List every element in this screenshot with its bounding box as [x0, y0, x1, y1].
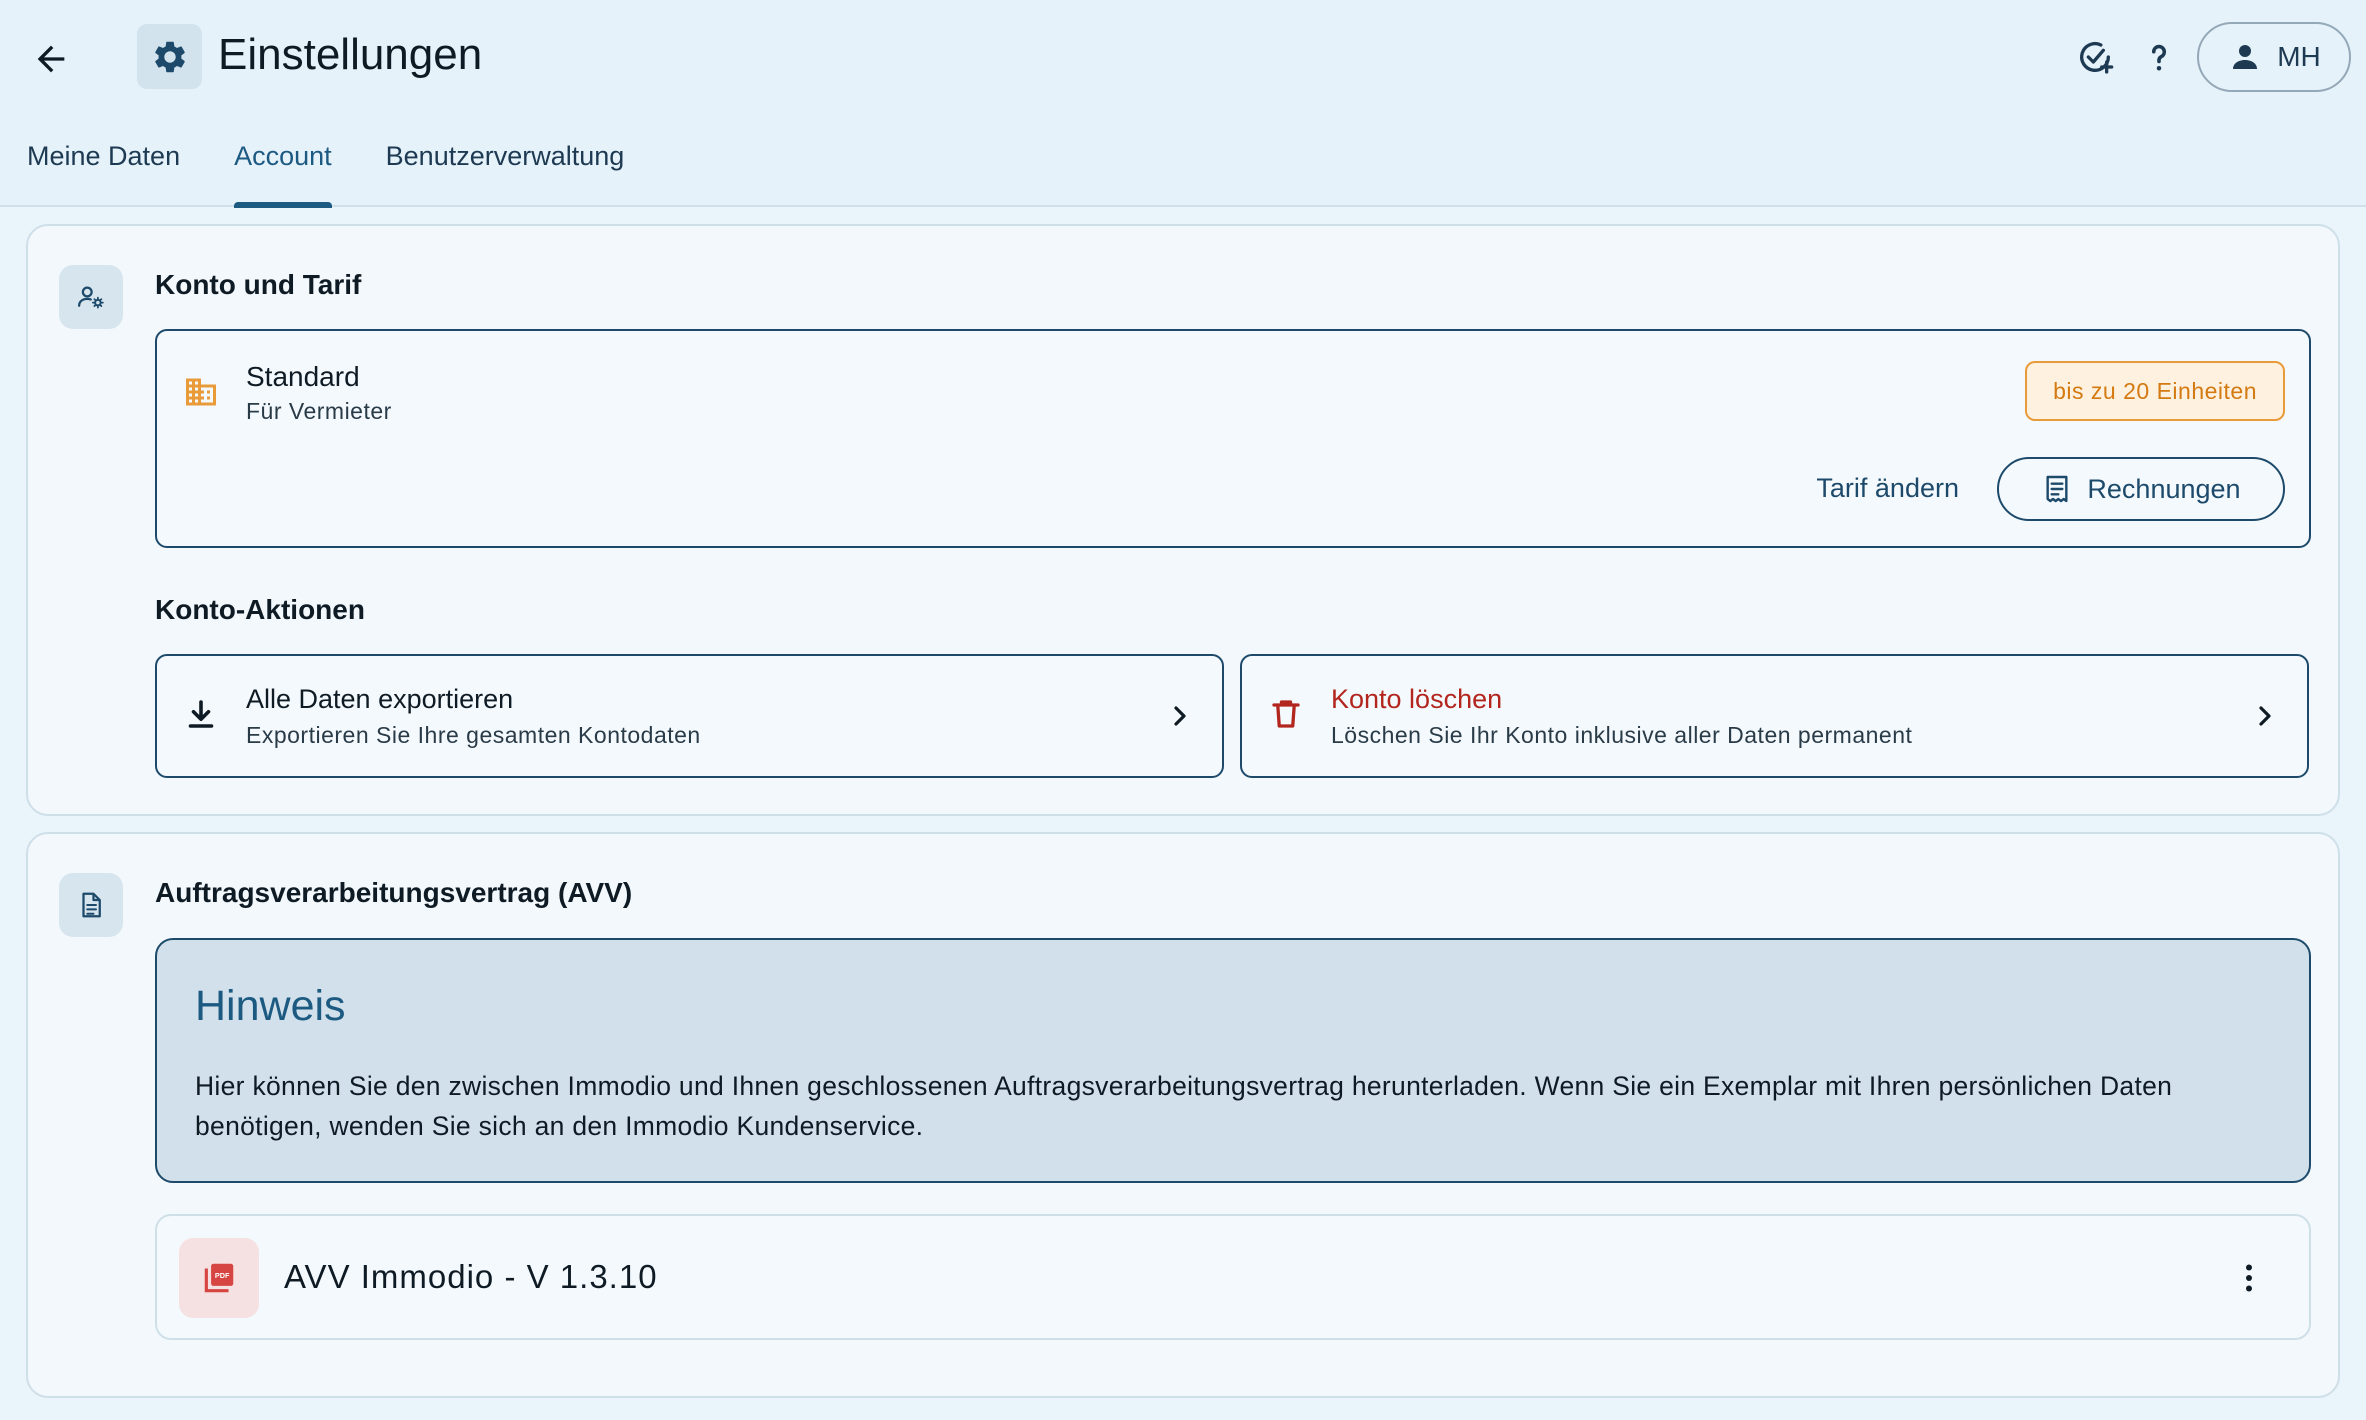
- delete-title: Konto löschen: [1331, 684, 1503, 714]
- export-data-action[interactable]: Alle Daten exportieren Exportieren Sie I…: [155, 654, 1224, 778]
- svg-text:PDF: PDF: [215, 1271, 230, 1280]
- hint-text: Hier können Sie den zwischen Immodio und…: [195, 1071, 2173, 1141]
- pdf-file-icon: PDF: [179, 1238, 259, 1318]
- arrow-back-icon: [37, 45, 65, 73]
- chevron-right-icon: [2259, 706, 2271, 726]
- invoices-label: Rechnungen: [2087, 473, 2241, 504]
- building-icon: [186, 378, 216, 406]
- invoices-button[interactable]: Rechnungen: [1997, 457, 2285, 521]
- hint-box: Hinweis Hier können Sie den zwischen Imm…: [155, 938, 2311, 1183]
- help-icon: [2151, 44, 2167, 71]
- tab-meine-daten[interactable]: Meine Daten: [0, 130, 207, 207]
- file-name: AVV Immodio - V 1.3.10: [284, 1258, 658, 1295]
- help-button[interactable]: [2127, 22, 2191, 92]
- section-title-account: Konto und Tarif: [155, 269, 362, 300]
- avv-file-row[interactable]: PDF AVV Immodio - V 1.3.10: [155, 1214, 2311, 1340]
- section-title-account-actions: Konto-Aktionen: [155, 594, 365, 625]
- account-plan-card: Konto und Tarif Standard Für Vermieter b…: [26, 224, 2340, 816]
- tab-bar: Meine Daten Account Benutzerverwaltung: [0, 130, 652, 208]
- more-vert-icon: [2246, 1264, 2252, 1292]
- file-more-menu-button[interactable]: [2229, 1258, 2269, 1298]
- top-actions: MH: [2063, 22, 2351, 92]
- delete-account-action[interactable]: Konto löschen Löschen Sie Ihr Konto inkl…: [1240, 654, 2309, 778]
- change-plan-button[interactable]: Tarif ändern: [1816, 473, 1959, 504]
- section-title-avv: Auftragsverarbeitungsvertrag (AVV): [155, 877, 633, 908]
- person-icon: [2233, 45, 2258, 69]
- hint-title: Hinweis: [195, 982, 346, 1030]
- tasks-button[interactable]: [2063, 22, 2127, 92]
- plan-subtitle: Für Vermieter: [246, 398, 392, 424]
- download-icon: [188, 700, 214, 728]
- chevron-right-icon: [1174, 706, 1186, 726]
- document-icon: [59, 873, 123, 937]
- back-button[interactable]: [22, 30, 80, 88]
- tab-account[interactable]: Account: [207, 130, 359, 208]
- plan-name: Standard: [246, 361, 360, 392]
- check-circle-plus-icon: [2080, 41, 2114, 74]
- avv-card: Auftragsverarbeitungsvertrag (AVV) Hinwe…: [26, 832, 2340, 1398]
- delete-subtitle: Löschen Sie Ihr Konto inklusive aller Da…: [1331, 722, 1913, 748]
- trash-icon: [1272, 700, 1300, 728]
- user-menu-button[interactable]: MH: [2197, 22, 2351, 92]
- receipt-icon: [2046, 475, 2068, 503]
- page-title: Einstellungen: [218, 30, 483, 79]
- top-app-bar: Einstellungen MH Meine Daten Account Ben…: [0, 0, 2366, 208]
- tab-benutzerverwaltung[interactable]: Benutzerverwaltung: [359, 130, 652, 207]
- settings-icon: [137, 24, 202, 89]
- units-badge: bis zu 20 Einheiten: [2025, 361, 2285, 421]
- user-initials: MH: [2277, 41, 2321, 72]
- export-subtitle: Exportieren Sie Ihre gesamten Kontodaten: [246, 722, 701, 748]
- manage-account-icon: [59, 265, 123, 329]
- plan-box: Standard Für Vermieter bis zu 20 Einheit…: [155, 329, 2311, 548]
- export-title: Alle Daten exportieren: [246, 684, 514, 714]
